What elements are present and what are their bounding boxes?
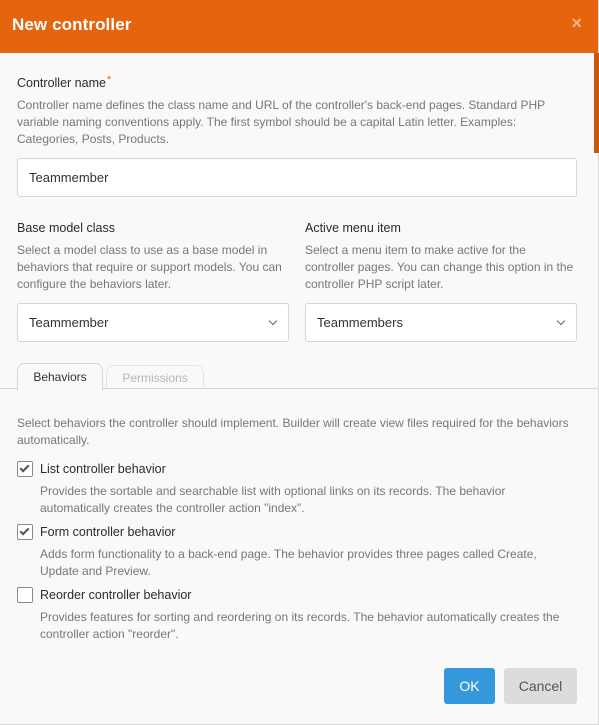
controller-name-help: Controller name defines the class name a…: [17, 98, 545, 146]
background-edge: [594, 53, 599, 153]
form-behavior-desc: Adds form functionality to a back-end pa…: [40, 547, 537, 578]
active-menu-label: Active menu item: [305, 221, 401, 235]
dialog-title: New controller: [12, 15, 132, 34]
active-menu-help: Select a menu item to make active for th…: [305, 243, 574, 291]
form-behavior-checkbox[interactable]: [17, 524, 33, 540]
chevron-down-icon: [268, 316, 278, 326]
active-menu-select[interactable]: Teammembers: [305, 303, 577, 342]
required-mark: *: [106, 74, 112, 86]
list-behavior-desc: Provides the sortable and searchable lis…: [40, 484, 506, 515]
reorder-behavior-desc: Provides features for sorting and reorde…: [40, 610, 560, 641]
close-icon[interactable]: ×: [571, 13, 582, 33]
list-behavior-label[interactable]: List controller behavior: [40, 462, 166, 476]
base-model-help: Select a model class to use as a base mo…: [17, 243, 282, 291]
base-model-select[interactable]: Teammember: [17, 303, 289, 342]
reorder-behavior-checkbox[interactable]: [17, 587, 33, 603]
dialog-header: New controller ×: [0, 0, 598, 53]
base-model-value: Teammember: [29, 315, 109, 330]
controller-name-label: Controller name*: [17, 74, 112, 90]
active-menu-value: Teammembers: [317, 315, 403, 330]
tab-permissions[interactable]: Permissions: [106, 365, 204, 389]
behaviors-intro: Select behaviors the controller should i…: [17, 416, 569, 447]
checkmark-icon: [19, 462, 30, 473]
controller-name-label-text: Controller name: [17, 76, 106, 90]
tab-behaviors[interactable]: Behaviors: [17, 363, 103, 391]
base-model-label: Base model class: [17, 221, 115, 235]
reorder-behavior-label[interactable]: Reorder controller behavior: [40, 588, 191, 602]
controller-name-input[interactable]: Teammember: [17, 158, 577, 197]
checkmark-icon: [19, 525, 30, 536]
cancel-button[interactable]: Cancel: [504, 668, 577, 704]
new-controller-dialog: New controller × Controller name* Contro…: [0, 0, 599, 725]
form-behavior-label[interactable]: Form controller behavior: [40, 525, 175, 539]
chevron-down-icon: [556, 316, 566, 326]
ok-button[interactable]: OK: [444, 668, 495, 704]
list-behavior-checkbox[interactable]: [17, 461, 33, 477]
